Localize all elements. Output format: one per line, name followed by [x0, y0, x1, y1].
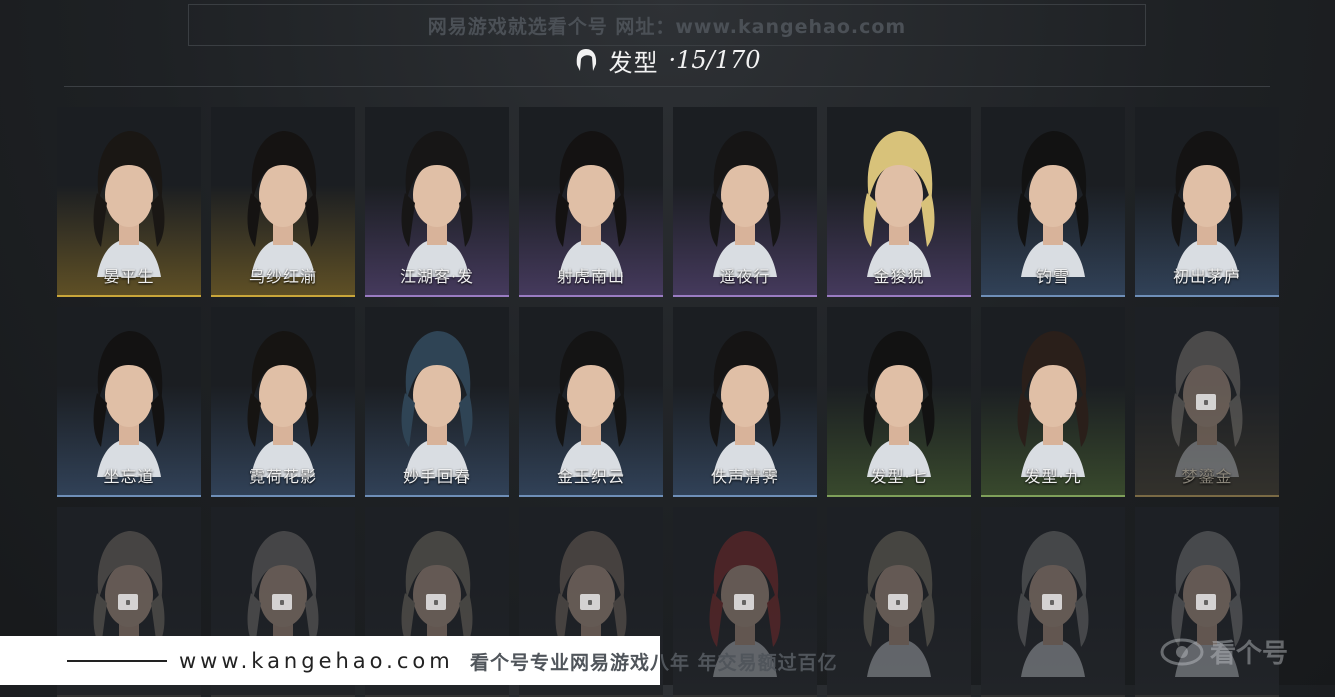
hairstyle-card[interactable]: 发型·七 [827, 307, 971, 497]
eye-logo-icon [1160, 638, 1204, 665]
character-portrait [401, 131, 473, 277]
hairstyle-name: 金玉织云 [556, 467, 625, 486]
hairstyle-name: 晏平生 [103, 267, 155, 286]
corner-logo: 看个号 [1160, 618, 1335, 685]
hairstyle-card[interactable]: 乌纱红湔 [211, 107, 355, 297]
lock-icon [426, 594, 446, 610]
hair-icon [577, 49, 597, 71]
hairstyle-card[interactable]: 金狻猊 [827, 107, 971, 297]
hairstyle-card[interactable] [827, 507, 971, 697]
collection-count: ·15/170 [668, 46, 761, 74]
footer-url: www.kangehao.com [179, 648, 454, 673]
hairstyle-name: 射虎南山 [556, 267, 625, 286]
lock-icon [1196, 594, 1216, 610]
hairstyle-name: 江湖客·发 [399, 267, 475, 286]
hairstyle-name: 佚声清霁 [710, 467, 779, 486]
hairstyle-card[interactable]: 射虎南山 [519, 107, 663, 297]
lock-icon [580, 594, 600, 610]
logo-text: 看个号 [1210, 639, 1289, 669]
hairstyle-card[interactable]: 佚声清霁 [673, 307, 817, 497]
hairstyle-card[interactable]: 霓荷花影 [211, 307, 355, 497]
hairstyle-card[interactable]: 晏平生 [57, 107, 201, 297]
character-portrait [709, 331, 781, 477]
hairstyle-card[interactable] [981, 507, 1125, 697]
hairstyle-name: 初出茅庐 [1172, 267, 1241, 286]
hairstyle-card[interactable]: 金玉织云 [519, 307, 663, 497]
hairstyle-name: 妙手回春 [402, 467, 471, 486]
character-portrait [93, 131, 165, 277]
hairstyle-card[interactable]: 钓雪 [981, 107, 1125, 297]
hairstyle-name: 坐忘道 [103, 467, 155, 486]
character-portrait [863, 331, 935, 477]
character-portrait [401, 331, 473, 477]
character-portrait [1017, 131, 1089, 277]
hairstyle-name: 发型·七 [870, 467, 928, 486]
hairstyle-card[interactable]: 初出茅庐 [1135, 107, 1279, 297]
footer-rule [67, 659, 167, 662]
hairstyle-grid: 晏平生 乌纱红湔 江湖客·发 射虎南山 遥夜行 金狻猊 钓雪 初出茅庐坐忘道 霓荷花影 妙手回春 金… [57, 107, 1279, 697]
lock-icon [272, 594, 292, 610]
character-portrait [1017, 331, 1089, 477]
character-portrait [555, 331, 627, 477]
lock-icon [118, 594, 138, 610]
hairstyle-name: 发型·九 [1024, 467, 1082, 486]
hairstyle-name: 梦鎏金 [1181, 467, 1233, 486]
footer-slogan: 看个号专业网易游戏八年 年交易额过百亿 [470, 652, 838, 674]
hairstyle-card[interactable]: 坐忘道 [57, 307, 201, 497]
page-header: 发型 ·15/170 [0, 40, 1335, 80]
lock-icon [888, 594, 908, 610]
hairstyle-name: 钓雪 [1035, 267, 1070, 286]
character-portrait [247, 331, 319, 477]
character-portrait [863, 131, 935, 277]
hairstyle-name: 金狻猊 [873, 267, 925, 286]
hairstyle-name: 乌纱红湔 [248, 267, 317, 286]
hairstyle-card[interactable]: 遥夜行 [673, 107, 817, 297]
lock-icon [734, 594, 754, 610]
hairstyle-card[interactable]: 江湖客·发 [365, 107, 509, 297]
header-divider [64, 86, 1270, 87]
character-portrait [1171, 131, 1243, 277]
character-portrait [555, 131, 627, 277]
hairstyle-card[interactable]: 梦鎏金 [1135, 307, 1279, 497]
hairstyle-name: 遥夜行 [719, 267, 771, 286]
lock-icon [1196, 394, 1216, 410]
character-portrait [93, 331, 165, 477]
hairstyle-card[interactable]: 妙手回春 [365, 307, 509, 497]
character-portrait [709, 131, 781, 277]
page-title: 发型 [608, 48, 659, 77]
character-portrait [247, 131, 319, 277]
hairstyle-card[interactable]: 发型·九 [981, 307, 1125, 497]
banner-text: 网易游戏就选看个号 网址：www.kangehao.com [427, 15, 907, 38]
hairstyle-name: 霓荷花影 [248, 467, 317, 486]
lock-icon [1042, 594, 1062, 610]
